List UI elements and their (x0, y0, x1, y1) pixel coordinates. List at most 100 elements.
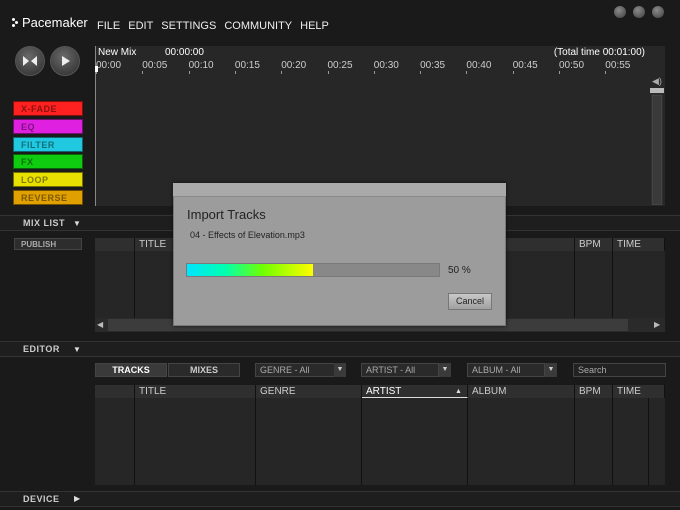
timeline-tick-mark (234, 71, 236, 74)
timeline-tick-mark (142, 71, 144, 74)
tracks-col-genre[interactable]: GENRE (256, 385, 362, 398)
scroll-left-icon[interactable]: ◀ (97, 320, 103, 329)
album-filter[interactable]: ALBUM - All (467, 363, 545, 377)
volume-icon: ◀) (652, 76, 662, 86)
menu-bar: FILE EDIT SETTINGS COMMUNITY HELP (97, 20, 329, 32)
fx-xfade-button[interactable]: X-FADE (13, 101, 83, 116)
col-divider (612, 398, 613, 485)
menu-edit[interactable]: EDIT (128, 20, 153, 32)
playhead[interactable] (95, 66, 98, 72)
genre-filter[interactable]: GENRE - All (255, 363, 335, 377)
publish-button[interactable]: PUBLISH (14, 238, 82, 250)
mixlist-col-index (95, 238, 135, 251)
timeline-tick-mark (466, 71, 468, 74)
app-title: Pacemaker (22, 15, 88, 30)
editor-bar (0, 341, 680, 357)
tab-mixes[interactable]: MIXES (168, 363, 240, 377)
mixlist-col-bpm[interactable]: BPM (575, 238, 613, 251)
cancel-button[interactable]: Cancel (448, 293, 492, 310)
col-divider (574, 398, 575, 485)
col-divider (134, 398, 135, 485)
dialog-titlebar[interactable] (173, 183, 506, 197)
tracks-table (95, 385, 665, 485)
tracks-col-bpm[interactable]: BPM (575, 385, 613, 398)
menu-file[interactable]: FILE (97, 20, 120, 32)
timeline-tick-label: 00:30 (373, 60, 399, 71)
chevron-down-icon[interactable]: ▼ (334, 363, 346, 377)
artist-filter[interactable]: ARTIST - All (361, 363, 439, 377)
current-time: 00:00:00 (165, 47, 204, 58)
close-button[interactable] (652, 6, 664, 18)
mix-name: New Mix (98, 47, 137, 58)
timeline-tick-label: 00:25 (327, 60, 353, 71)
col-divider (648, 398, 649, 485)
window-controls (614, 6, 664, 18)
logo-icon (12, 18, 19, 27)
tracks-col-artist[interactable]: ARTIST (362, 385, 468, 398)
timeline-tick-mark (559, 71, 560, 74)
timeline-tick-mark (281, 71, 283, 74)
fx-eq-button[interactable]: EQ (13, 119, 83, 134)
timeline-tick-label: 00:20 (281, 60, 307, 71)
timeline-tick-mark (327, 71, 329, 74)
timeline-tick-label: 00:45 (512, 60, 538, 71)
timeline-tick-label: 00:50 (559, 60, 585, 71)
chevron-down-icon[interactable]: ▼ (545, 363, 557, 377)
mixlist-label: MIX LIST (23, 218, 65, 228)
skip-icon (23, 56, 37, 66)
total-time: (Total time 00:01:00) (553, 47, 645, 58)
timeline-tick-mark (188, 71, 190, 74)
fx-reverse-button[interactable]: REVERSE (13, 190, 83, 205)
timeline-tick-mark (420, 71, 422, 74)
app-logo: Pacemaker (12, 15, 88, 30)
scroll-right-icon[interactable]: ▶ (654, 320, 660, 329)
tracks-col-title[interactable]: TITLE (135, 385, 256, 398)
tab-tracks[interactable]: TRACKS (95, 363, 167, 377)
fx-fx-button[interactable]: FX (13, 154, 83, 169)
device-toggle-icon[interactable]: ▶ (74, 494, 80, 503)
timeline-tick-label: 00:55 (605, 60, 631, 71)
progress-percent: 50 % (448, 265, 471, 276)
timeline-tick-label: 00:35 (420, 60, 446, 71)
volume-slider[interactable] (652, 95, 662, 205)
timeline-tick-mark (605, 71, 607, 74)
search-input[interactable]: Search (573, 363, 666, 377)
tracks-col-index (95, 385, 135, 398)
import-file-name: 04 - Effects of Elevation.mp3 (190, 230, 305, 240)
play-icon (61, 56, 70, 66)
skip-button[interactable] (15, 46, 45, 76)
sort-ascending-icon: ▲ (455, 388, 462, 395)
col-divider (612, 251, 613, 318)
import-progress-fill (187, 264, 313, 276)
timeline-tick-label: 00:40 (466, 60, 492, 71)
fx-loop-button[interactable]: LOOP (13, 172, 83, 187)
volume-handle[interactable] (650, 88, 664, 93)
timeline-tick-label: 00:10 (188, 60, 214, 71)
editor-toggle-icon[interactable]: ▼ (73, 345, 81, 354)
play-button[interactable] (50, 46, 80, 76)
mixlist-col-time[interactable]: TIME (613, 238, 665, 251)
timeline-tick-label: 00:00 (96, 60, 122, 71)
chevron-down-icon[interactable]: ▼ (439, 363, 451, 377)
maximize-button[interactable] (633, 6, 645, 18)
col-divider (361, 398, 362, 485)
timeline-tick-mark (512, 71, 514, 74)
device-bar (0, 491, 680, 507)
timeline-tick-label: 00:05 (142, 60, 168, 71)
device-label: DEVICE (23, 494, 60, 504)
menu-community[interactable]: COMMUNITY (224, 20, 292, 32)
tracks-col-album[interactable]: ALBUM (468, 385, 575, 398)
col-divider (467, 398, 468, 485)
timeline-tick-mark (373, 71, 375, 74)
editor-label: EDITOR (23, 344, 60, 354)
fx-filter-button[interactable]: FILTER (13, 137, 83, 152)
tracks-col-time[interactable]: TIME (613, 385, 665, 398)
mixlist-toggle-icon[interactable]: ▼ (73, 219, 81, 228)
col-divider (255, 398, 256, 485)
menu-help[interactable]: HELP (300, 20, 329, 32)
menu-settings[interactable]: SETTINGS (161, 20, 216, 32)
col-divider (134, 251, 135, 318)
dialog-title: Import Tracks (187, 207, 266, 222)
minimize-button[interactable] (614, 6, 626, 18)
col-divider (574, 251, 575, 318)
